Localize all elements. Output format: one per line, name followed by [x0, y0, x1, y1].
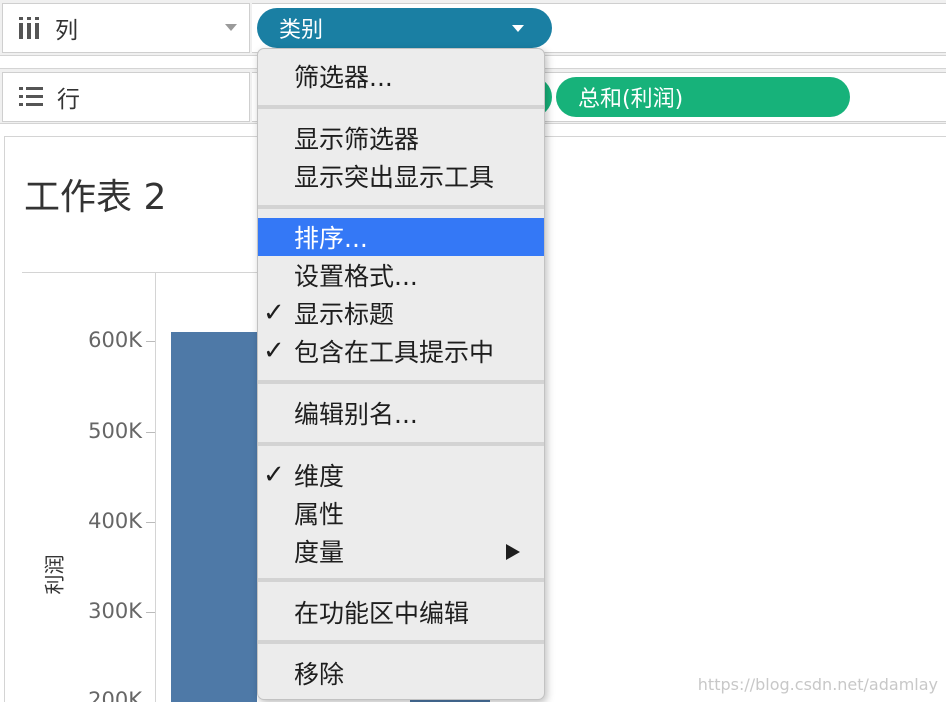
- watermark: https://blog.csdn.net/adamlay: [697, 675, 938, 694]
- tick-mark: [146, 341, 155, 342]
- menu-separator: [258, 640, 544, 644]
- tick-label-500k: 500K: [88, 419, 142, 443]
- sum-profit-pill[interactable]: 总和(利润): [556, 77, 850, 117]
- check-icon: ✓: [263, 460, 285, 490]
- menu-item-label: 维度: [294, 462, 345, 491]
- tick-label-300k: 300K: [88, 599, 142, 623]
- menu-item-measure[interactable]: 度量: [258, 532, 544, 570]
- category-pill[interactable]: 类别: [257, 8, 552, 48]
- menu-item-label: 在功能区中编辑: [294, 599, 470, 628]
- pill-context-menu: 筛选器... 显示筛选器 显示突出显示工具 排序... 设置格式... ✓ 显示标…: [257, 48, 545, 700]
- menu-item-label: 显示标题: [294, 300, 395, 329]
- menu-item-label: 显示突出显示工具: [294, 163, 495, 192]
- menu-item-edit-aliases[interactable]: 编辑别名...: [258, 394, 544, 432]
- tick-label-400k: 400K: [88, 509, 142, 533]
- pill-dropdown-icon[interactable]: [512, 25, 524, 32]
- tick-mark: [146, 522, 155, 523]
- chevron-down-icon[interactable]: [225, 24, 237, 31]
- menu-item-label: 属性: [294, 500, 345, 529]
- menu-item-show-header[interactable]: ✓ 显示标题: [258, 294, 544, 332]
- menu-separator: [258, 105, 544, 109]
- axis-top-line: [22, 272, 257, 273]
- columns-label: 列: [55, 18, 78, 44]
- menu-item-attribute[interactable]: 属性: [258, 494, 544, 532]
- menu-separator: [258, 442, 544, 446]
- rows-icon: [19, 87, 43, 107]
- menu-separator: [258, 205, 544, 209]
- y-axis-title: 利润: [42, 554, 67, 595]
- bar-mark[interactable]: [171, 331, 257, 702]
- tick-mark: [146, 612, 155, 613]
- menu-item-format[interactable]: 设置格式...: [258, 256, 544, 294]
- menu-item-edit-in-shelf[interactable]: 在功能区中编辑: [258, 593, 544, 631]
- check-icon: ✓: [263, 298, 285, 328]
- tick-mark: [146, 432, 155, 433]
- sheet-title: 工作表 2: [24, 177, 167, 218]
- tick-label-600k: 600K: [88, 328, 142, 352]
- menu-item-label: 显示筛选器: [294, 125, 420, 154]
- menu-item-remove[interactable]: 移除: [258, 654, 544, 692]
- submenu-arrow-icon: [506, 544, 520, 560]
- menu-item-label: 编辑别名...: [294, 400, 418, 429]
- rows-shelf-label[interactable]: 行: [2, 72, 250, 122]
- menu-item-dimension[interactable]: ✓ 维度: [258, 456, 544, 494]
- menu-item-filter[interactable]: 筛选器...: [258, 57, 544, 95]
- menu-item-label: 排序...: [294, 224, 368, 253]
- menu-item-label: 筛选器...: [294, 63, 393, 92]
- menu-item-show-filter[interactable]: 显示筛选器: [258, 119, 544, 157]
- sum-profit-pill-label: 总和(利润): [578, 87, 684, 112]
- columns-shelf-label[interactable]: 列: [2, 3, 250, 53]
- rows-label: 行: [57, 87, 80, 113]
- menu-item-label: 设置格式...: [294, 262, 418, 291]
- menu-item-show-highlighter[interactable]: 显示突出显示工具: [258, 157, 544, 195]
- menu-item-include-in-tooltip[interactable]: ✓ 包含在工具提示中: [258, 332, 544, 370]
- menu-separator: [258, 380, 544, 384]
- columns-icon: [19, 17, 41, 39]
- menu-item-label: 包含在工具提示中: [294, 338, 495, 367]
- tick-label-200k: 200K: [88, 688, 142, 702]
- check-icon: ✓: [263, 336, 285, 366]
- menu-item-sort[interactable]: 排序...: [258, 218, 544, 256]
- category-pill-label: 类别: [279, 18, 324, 43]
- menu-separator: [258, 578, 544, 582]
- menu-item-label: 度量: [294, 538, 345, 567]
- y-axis-line: [155, 272, 156, 702]
- menu-item-label: 移除: [294, 660, 345, 689]
